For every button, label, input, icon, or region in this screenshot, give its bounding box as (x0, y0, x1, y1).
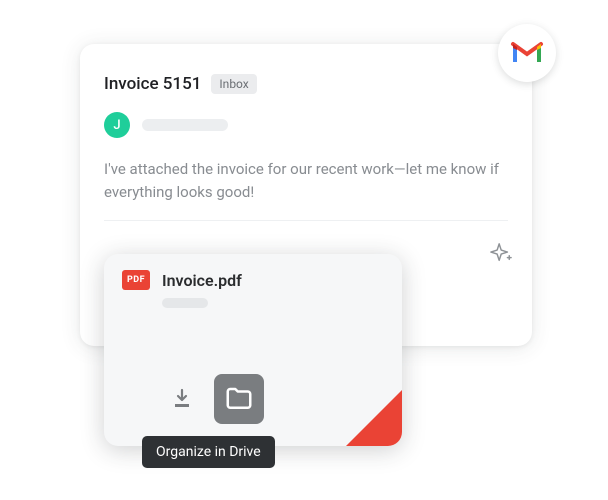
gmail-logo-badge (498, 24, 556, 82)
folded-corner (346, 390, 402, 446)
inbox-label-chip[interactable]: Inbox (211, 74, 256, 94)
stage: Invoice 5151 Inbox J I've attached the i… (0, 0, 608, 500)
gemini-add-icon[interactable] (490, 242, 512, 264)
attachment-header: PDF Invoice.pdf (122, 270, 242, 290)
divider (104, 220, 508, 221)
subject-row: Invoice 5151 Inbox (104, 74, 257, 94)
gmail-icon (510, 40, 544, 66)
attachment-tile[interactable]: PDF Invoice.pdf (104, 254, 402, 446)
sender-name-placeholder (142, 119, 228, 131)
folder-icon (224, 384, 254, 414)
organize-in-drive-button[interactable] (214, 374, 264, 424)
email-body: I've attached the invoice for our recent… (104, 158, 500, 203)
download-icon (170, 387, 194, 411)
tooltip-organize-in-drive: Organize in Drive (142, 436, 275, 468)
sender-avatar[interactable]: J (104, 112, 130, 138)
download-button[interactable] (162, 379, 202, 419)
attachment-filename: Invoice.pdf (162, 271, 242, 290)
pdf-badge: PDF (122, 270, 150, 290)
email-subject: Invoice 5151 (104, 74, 201, 94)
attachment-meta-placeholder (162, 298, 208, 308)
sender-row: J (104, 112, 228, 138)
attachment-actions (162, 374, 264, 424)
